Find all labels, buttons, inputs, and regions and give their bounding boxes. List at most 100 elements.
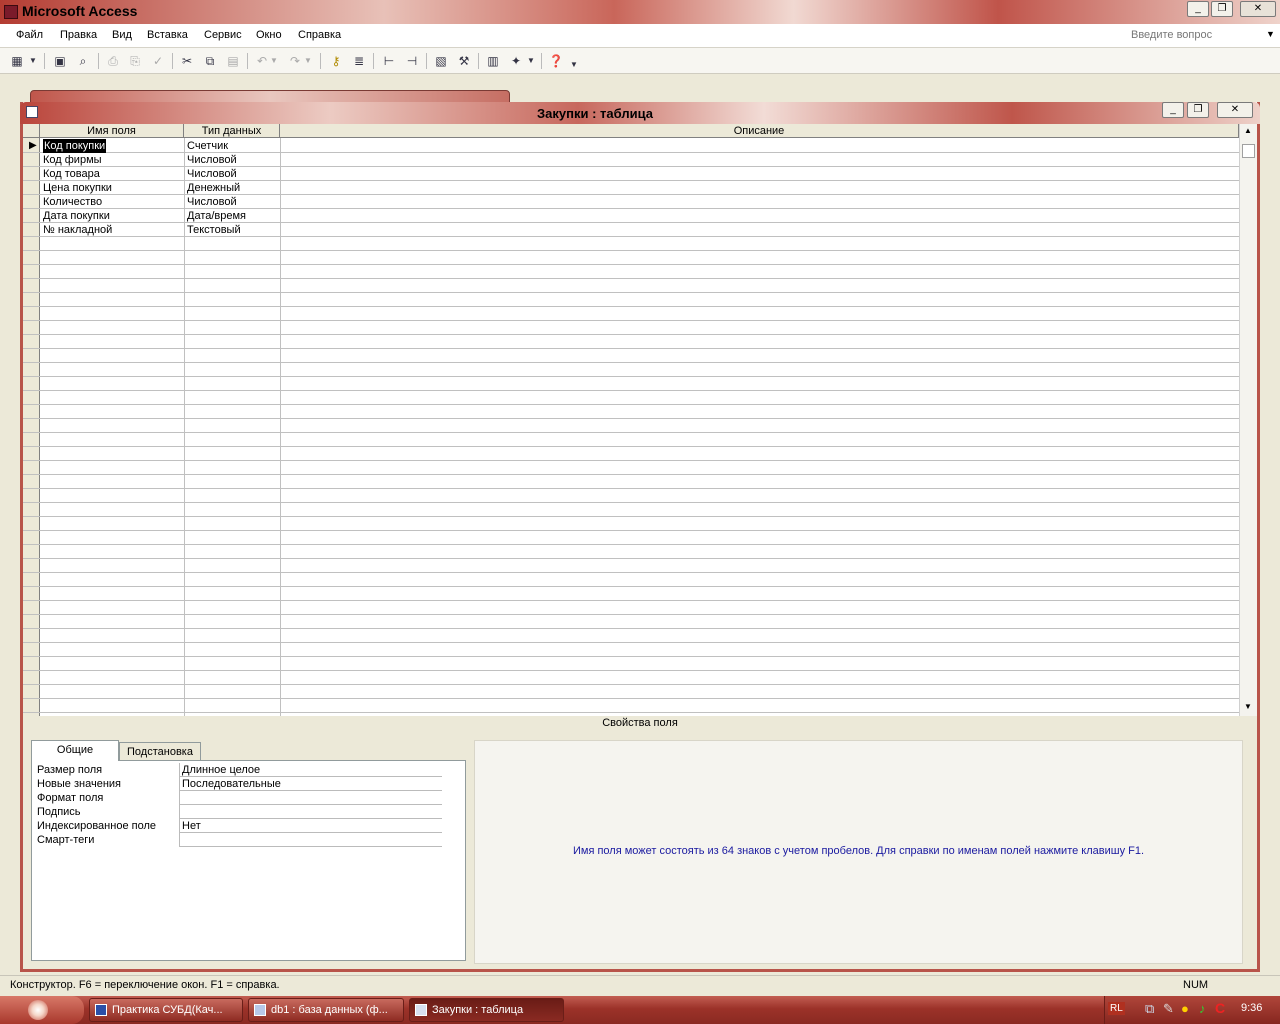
start-button[interactable] [0, 996, 84, 1024]
app-tray-icon[interactable]: C [1215, 1000, 1225, 1016]
menu-file[interactable]: Файл [16, 29, 43, 41]
minimize-window-button[interactable]: _ [1162, 102, 1184, 118]
field-name-cell[interactable]: Код фирмы [43, 153, 102, 167]
toolbar: ▦ ▼ ▣ ⌕ ⎙ ⎘ ✓ ✂ ⧉ ▤ ↶ ▼ ↷ ▼ ⚷ ≣ ⊢ ⊣ ▧ ⚒ … [0, 48, 1280, 74]
grid-row-line [23, 362, 1239, 363]
property-value[interactable] [179, 805, 442, 819]
property-value[interactable]: Длинное целое [179, 763, 442, 777]
property-label: Новые значения [37, 778, 122, 790]
close-window-button[interactable]: ✕ [1217, 102, 1253, 118]
primary-key-icon[interactable]: ⚷ [327, 52, 345, 70]
help-icon[interactable]: ❓ [547, 52, 565, 70]
new-object-dropdown-icon[interactable]: ▼ [526, 52, 536, 70]
data-type-cell[interactable]: Числовой [187, 195, 237, 209]
app-title-bar[interactable] [0, 0, 1280, 24]
cut-icon[interactable]: ✂ [178, 52, 196, 70]
grid-row-line [23, 712, 1239, 713]
row-selector-column[interactable] [23, 138, 40, 716]
ask-dropdown-icon[interactable]: ▼ [1266, 29, 1275, 39]
data-type-cell[interactable]: Счетчик [187, 139, 228, 153]
column-header-data-type[interactable]: Тип данных [184, 124, 280, 138]
column-header-field-name[interactable]: Имя поля [40, 124, 184, 138]
window-title: Закупки : таблица [537, 106, 653, 121]
field-name-cell[interactable]: Цена покупки [43, 181, 112, 195]
scroll-down-icon[interactable]: ▼ [1244, 702, 1252, 711]
field-grid[interactable]: Имя поля Тип данных Описание ▶ Код покуп… [23, 124, 1239, 716]
property-value[interactable]: Нет [179, 819, 442, 833]
menu-edit[interactable]: Правка [60, 29, 97, 41]
menu-tools[interactable]: Сервис [204, 29, 242, 41]
view-dropdown-icon[interactable]: ▼ [28, 52, 38, 70]
grid-row-line [23, 628, 1239, 629]
scroll-up-icon[interactable]: ▲ [1244, 126, 1252, 135]
menu-help[interactable]: Справка [298, 29, 341, 41]
menu-insert[interactable]: Вставка [147, 29, 188, 41]
spelling-icon[interactable]: ✓ [149, 52, 167, 70]
view-icon[interactable]: ▦ [8, 52, 26, 70]
field-name-cell[interactable]: Код товара [43, 167, 100, 181]
indexes-icon[interactable]: ≣ [350, 52, 368, 70]
data-type-cell[interactable]: Денежный [187, 181, 240, 195]
grid-row-line [23, 278, 1239, 279]
database-window-icon[interactable]: ▥ [484, 52, 502, 70]
tab-lookup[interactable]: Подстановка [119, 742, 201, 762]
taskbar-task-purchases[interactable]: Закупки : таблица [409, 998, 564, 1022]
grid-row-line [23, 656, 1239, 657]
print-preview-icon[interactable]: ⎘ [126, 52, 144, 70]
taskbar-task-db1[interactable]: db1 : база данных (ф... [248, 998, 404, 1022]
grid-vertical-scrollbar[interactable]: ▲ ▼ [1239, 124, 1257, 716]
program-icon[interactable]: ● [1181, 1001, 1189, 1016]
speaker-icon[interactable]: ♪ [1199, 1001, 1206, 1016]
grid-row-line [23, 516, 1239, 517]
insert-rows-icon[interactable]: ⊢ [380, 52, 398, 70]
clock[interactable]: 9:36 [1241, 1002, 1262, 1014]
paste-icon[interactable]: ▤ [224, 52, 242, 70]
antivirus-icon[interactable]: ✎ [1163, 1001, 1174, 1017]
delete-rows-icon[interactable]: ⊣ [403, 52, 421, 70]
field-name-cell[interactable]: № накладной [43, 223, 112, 237]
save-icon[interactable]: ▣ [51, 52, 69, 70]
properties-icon[interactable]: ▧ [432, 52, 450, 70]
grid-row-line [23, 642, 1239, 643]
redo-dropdown-icon[interactable]: ▼ [303, 52, 313, 70]
data-type-cell[interactable]: Числовой [187, 153, 237, 167]
grid-row-line [23, 390, 1239, 391]
property-value[interactable]: Последовательные [179, 777, 442, 791]
new-object-icon[interactable]: ✦ [507, 52, 525, 70]
scroll-thumb[interactable] [1242, 144, 1255, 158]
ask-question-input[interactable]: Введите вопрос [1131, 29, 1273, 45]
property-value[interactable] [179, 833, 442, 847]
data-type-cell[interactable]: Числовой [187, 167, 237, 181]
redo-icon[interactable]: ↷ [286, 52, 304, 70]
menu-view[interactable]: Вид [112, 29, 132, 41]
print-icon[interactable]: ⎙ [104, 52, 122, 70]
windows-logo-icon [28, 1000, 48, 1020]
access-logo-icon [4, 5, 18, 19]
property-value[interactable] [179, 791, 442, 805]
data-type-cell[interactable]: Текстовый [187, 223, 241, 237]
build-icon[interactable]: ⚒ [455, 52, 473, 70]
menu-window[interactable]: Окно [256, 29, 282, 41]
restore-app-button[interactable]: ❐ [1211, 1, 1233, 17]
field-name-cell[interactable]: Количество [43, 195, 102, 209]
column-header-description[interactable]: Описание [280, 124, 1239, 138]
task-label: Закупки : таблица [432, 1004, 524, 1016]
toolbar-options-icon[interactable]: ▼ [568, 56, 580, 74]
taskbar-task-word[interactable]: Практика СУБД(Кач... [89, 998, 243, 1022]
undo-dropdown-icon[interactable]: ▼ [269, 52, 279, 70]
grid-row-line [23, 250, 1239, 251]
data-type-cell[interactable]: Дата/время [187, 209, 246, 223]
restore-window-button[interactable]: ❐ [1187, 102, 1209, 118]
field-name-cell[interactable]: Код покупки [43, 139, 107, 153]
network-icon[interactable]: ⧉ [1145, 1001, 1154, 1017]
close-app-button[interactable]: ✕ [1240, 1, 1276, 17]
field-name-cell[interactable]: Дата покупки [43, 209, 110, 223]
field-properties-label: Свойства поля [602, 717, 678, 729]
help-hint-panel: Имя поля может состоять из 64 знаков с у… [474, 740, 1243, 964]
copy-icon[interactable]: ⧉ [201, 52, 219, 70]
minimize-app-button[interactable]: _ [1187, 1, 1209, 17]
search-icon[interactable]: ⌕ [74, 52, 92, 70]
language-indicator[interactable]: RL [1108, 1002, 1125, 1015]
tab-general[interactable]: Общие [31, 740, 119, 761]
window-title-bar[interactable]: Закупки : таблица [20, 102, 1260, 124]
